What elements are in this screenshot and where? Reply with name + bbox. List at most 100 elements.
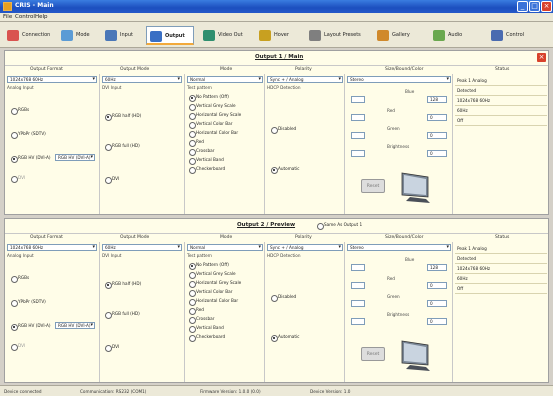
col-status: Status [495,67,510,72]
output-format-select[interactable]: 1024x768 60Hz [7,244,97,251]
format-radio-dvi[interactable]: DVI [11,175,25,183]
col-size-bound-color: Size/Bound/Color [385,235,424,240]
output-mode-select[interactable]: 60Hz [102,244,182,251]
color-slider-left[interactable] [351,132,365,139]
format-radio-rgbs[interactable]: RGBs [11,275,29,283]
color-value-input[interactable]: 0 [427,282,447,289]
tab-connection[interactable]: Connection [4,26,54,45]
close-window-button[interactable]: × [541,1,552,12]
mode-radio-dvi[interactable]: DVI [105,344,119,352]
tab-layout-presets[interactable]: Layout Presets [306,26,368,45]
reset-button[interactable]: Reset [361,347,385,361]
pattern-sub-label: Test pattern [187,253,212,258]
color-label: Brightness [387,144,410,149]
color-value-input[interactable]: 0 [427,114,447,121]
tab-hover[interactable]: Hover [256,26,300,45]
device-status: Device Version: 1.0 [310,389,351,394]
menu-file[interactable]: File [3,14,12,20]
color-slider-left[interactable] [351,150,365,157]
size-select[interactable]: Stereo [347,244,451,251]
pattern-radio[interactable]: Checkerboard [189,334,225,342]
mode-radio-rgb-half[interactable]: RGB half (HD) [105,281,141,289]
col-output-format: Output Format [30,67,63,72]
output-format-select[interactable]: 1024x768 60Hz [7,76,97,83]
status-item: Detected [455,254,547,264]
pattern-radio[interactable]: Crossbar [189,148,214,156]
color-slider-left[interactable] [351,96,365,103]
format-radio-dvi[interactable]: DVI [11,343,25,351]
color-value-input[interactable]: 0 [427,300,447,307]
reset-button[interactable]: Reset [361,179,385,193]
color-slider-left[interactable] [351,318,365,325]
size-select[interactable]: Stereo [347,76,451,83]
minimize-button[interactable]: _ [517,1,528,12]
audio-icon [433,30,445,41]
col-mode: Mode [220,67,233,72]
color-slider-left[interactable] [351,282,365,289]
output-mode-select[interactable]: 60Hz [102,76,182,83]
pattern-radio[interactable]: No Pattern (Off) [189,262,229,270]
tab-audio[interactable]: Audio [430,26,480,45]
tab-control[interactable]: Control [488,26,548,45]
polarity-select[interactable]: Sync + / Analog [267,244,343,251]
mode-select[interactable]: Normal [187,244,263,251]
mode-select[interactable]: Normal [187,76,263,83]
pattern-radio[interactable]: Horizontal Grey Scale [189,112,241,120]
pattern-radio[interactable]: Horizontal Grey Scale [189,280,241,288]
tab-mode[interactable]: Mode [58,26,98,45]
hdcp-radio-automatic[interactable]: Automatic [271,166,299,174]
hdcp-radio-disabled[interactable]: Disabled [271,294,296,302]
format-radio-ypbpr[interactable]: YPbPr (SDTV) [11,299,46,307]
pattern-radio[interactable]: Red [189,307,204,315]
tab-gallery[interactable]: Gallery [374,26,422,45]
pattern-radio[interactable]: No Pattern (Off) [189,94,229,102]
pattern-radio[interactable]: Horizontal Color Bar [189,298,238,306]
status-item: 1024x768 60Hz [455,264,547,274]
tab-input[interactable]: Input [102,26,142,45]
color-value-input[interactable]: 0 [427,150,447,157]
color-slider-left[interactable] [351,114,365,121]
status-item: 1024x768 60Hz [455,96,547,106]
mode-radio-dvi[interactable]: DVI [105,176,119,184]
hdcp-radio-automatic[interactable]: Automatic [271,334,299,342]
menu-control[interactable]: Control [15,14,35,20]
mode-radio-rgb-full[interactable]: RGB full (HD) [105,143,140,151]
pattern-radio[interactable]: Red [189,139,204,147]
format-sub-select[interactable]: RGB HV (DVI-A) [55,154,95,161]
pattern-radio[interactable]: Vertical Band [189,157,224,165]
pattern-radio[interactable]: Horizontal Color Bar [189,130,238,138]
color-value-input[interactable]: 128 [427,96,447,103]
format-sub-select[interactable]: RGB HV (DVI-A) [55,322,95,329]
pattern-radio[interactable]: Vertical Color Bar [189,121,232,129]
mode-radio-rgb-full[interactable]: RGB full (HD) [105,311,140,319]
color-value-input[interactable]: 128 [427,264,447,271]
tab-video-out[interactable]: Video Out [200,26,250,45]
hdcp-radio-disabled[interactable]: Disabled [271,126,296,134]
pattern-radio[interactable]: Vertical Color Bar [189,289,232,297]
color-slider-left[interactable] [351,264,365,271]
pattern-radio[interactable]: Vertical Grey Scale [189,103,236,111]
mode-radio-rgb-half[interactable]: RGB half (HD) [105,113,141,121]
format-radio-ypbpr[interactable]: YPbPr (SDTV) [11,131,46,139]
pattern-radio[interactable]: Vertical Grey Scale [189,271,236,279]
maximize-button[interactable]: □ [529,1,540,12]
close-icon[interactable]: × [537,53,546,62]
menu-help[interactable]: Help [35,14,48,20]
color-value-input[interactable]: 0 [427,132,447,139]
pattern-radio[interactable]: Crossbar [189,316,214,324]
color-slider-left[interactable] [351,300,365,307]
color-label: Brightness [387,312,410,317]
polarity-select[interactable]: Sync + / Analog [267,76,343,83]
tab-output[interactable]: Output [146,26,194,45]
format-radio-rgbhv[interactable]: RGB HV (DVI-A) [11,323,51,331]
pattern-radio[interactable]: Vertical Band [189,325,224,333]
output-icon [150,31,162,42]
same-as-output1-checkbox[interactable]: Same As Output 1 [317,222,362,230]
control-icon [491,30,503,41]
format-radio-rgbs[interactable]: RGBs [11,107,29,115]
color-value-input[interactable]: 0 [427,318,447,325]
pattern-radio[interactable]: Checkerboard [189,166,225,174]
mode-sub-label: DVI Input [102,253,122,258]
color-label: Green [387,126,400,131]
format-radio-rgbhv[interactable]: RGB HV (DVI-A) [11,155,51,163]
